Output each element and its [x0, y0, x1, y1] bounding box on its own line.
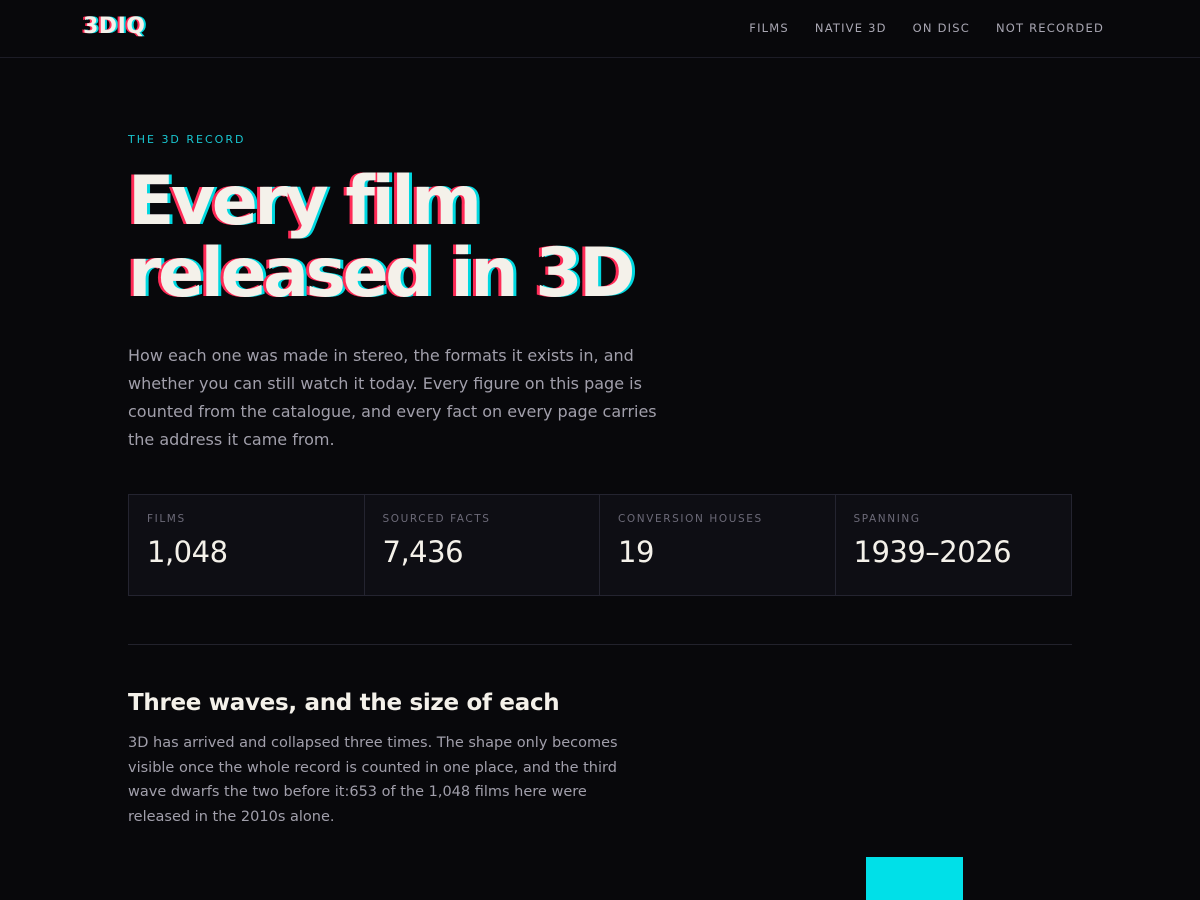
top-navigation-bar: 3DIQ FILMS NATIVE 3D ON DISC NOT RECORDE… — [0, 0, 1200, 58]
waves-chart-bar — [866, 857, 963, 900]
stat-value: 1939–2026 — [853, 535, 1012, 569]
hero-title-line-2: released in 3D — [128, 234, 636, 313]
stat-label: FILMS — [147, 513, 186, 525]
stat-value: 7,436 — [382, 535, 464, 569]
hero-eyebrow: THE 3D RECORD — [128, 133, 246, 146]
stat-conversion-houses: CONVERSION HOUSES 19 — [600, 495, 836, 595]
hero-lead: How each one was made in stereo, the for… — [128, 346, 657, 449]
stat-value: 1,048 — [147, 535, 228, 569]
stats-panel: FILMS 1,048 SOURCED FACTS 7,436 CONVERSI… — [128, 494, 1072, 596]
nav-link-films[interactable]: FILMS — [749, 21, 789, 35]
nav-link-not-recorded[interactable]: NOT RECORDED — [996, 21, 1104, 35]
waves-section-body: 3D has arrived and collapsed three times… — [128, 735, 618, 825]
waves-section-title: Three waves, and the size of each — [128, 690, 560, 716]
stat-label: CONVERSION HOUSES — [618, 513, 763, 525]
hero-title: Every film released in 3D — [128, 166, 748, 310]
main-nav: FILMS NATIVE 3D ON DISC NOT RECORDED — [749, 21, 1104, 35]
site-logo[interactable]: 3DIQ — [83, 14, 145, 39]
nav-link-on-disc[interactable]: ON DISC — [913, 21, 970, 35]
hero-title-line-1: Every film — [128, 162, 482, 241]
stat-sourced-facts: SOURCED FACTS 7,436 — [365, 495, 600, 595]
stat-spanning: SPANNING 1939–2026 — [836, 495, 1072, 595]
section-divider — [128, 644, 1072, 645]
stat-label: SPANNING — [853, 513, 921, 525]
stat-value: 19 — [618, 535, 654, 569]
nav-link-native-3d[interactable]: NATIVE 3D — [815, 21, 887, 35]
stat-films: FILMS 1,048 — [129, 495, 365, 595]
stat-label: SOURCED FACTS — [382, 513, 491, 525]
